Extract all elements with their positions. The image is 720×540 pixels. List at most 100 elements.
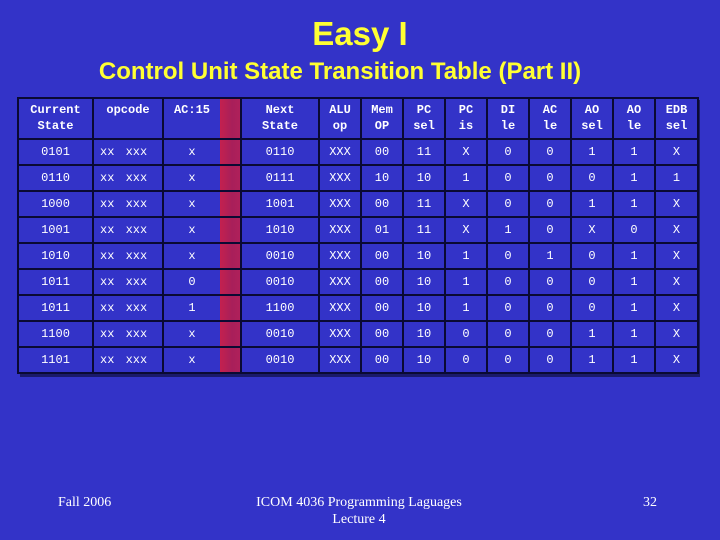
highlight-bar xyxy=(220,245,239,267)
header-line2: le xyxy=(542,119,558,133)
cell-edb-sel: X xyxy=(654,320,699,348)
cell-edb-sel: X xyxy=(654,346,699,374)
cell-ao-le: 1 xyxy=(612,164,656,192)
cell-value: x xyxy=(188,197,196,211)
cell-pc-is: 0 xyxy=(444,346,488,374)
page-number: 32 xyxy=(643,495,657,510)
cell-mem-op: 00 xyxy=(360,346,404,374)
cell-opcode: xx xxx xyxy=(92,242,164,270)
cell-opcode: xx xxx xyxy=(92,164,164,192)
cell-ac-le: 0 xyxy=(528,346,572,374)
header-line2: sel xyxy=(413,119,435,133)
cell-ao-le: 1 xyxy=(612,138,656,166)
cell-opcode: xx xxx xyxy=(92,320,164,348)
header-edb-sel: EDB sel xyxy=(654,97,699,140)
cell-pc-sel: 10 xyxy=(402,242,446,270)
table-row: 1001 xx xxx x 1010 XXX 01 11 X 1 0 X 0 X xyxy=(17,216,699,244)
cell-pc-is: 0 xyxy=(444,320,488,348)
highlight-bar xyxy=(220,323,239,345)
cell-alu-op: XXX xyxy=(318,346,362,374)
highlight-bar xyxy=(220,271,239,293)
cell-pc-sel: 10 xyxy=(402,268,446,296)
header-next-state: Next State xyxy=(240,97,320,140)
cell-di-le: 0 xyxy=(486,294,530,322)
cell-next-state: 0111 xyxy=(240,164,320,192)
cell-di-le: 0 xyxy=(486,190,530,218)
cell-value: x xyxy=(188,223,196,237)
highlight-bar xyxy=(220,193,239,215)
cell-pc-is: X xyxy=(444,216,488,244)
table-row: 0110 xx xxx x 0111 XXX 10 10 1 0 0 0 1 1 xyxy=(17,164,699,192)
header-line1: Next xyxy=(265,103,295,117)
cell-next-state: 0110 xyxy=(240,138,320,166)
cell-ao-sel: 0 xyxy=(570,164,614,192)
header-line1: AO xyxy=(584,103,600,117)
cell-edb-sel: X xyxy=(654,190,699,218)
header-line1: PC xyxy=(458,103,474,117)
header-line1: EDB xyxy=(665,103,688,117)
footer-course: ICOM 4036 Programming Laguages Lecture 4 xyxy=(200,494,518,528)
cell-mem-op: 00 xyxy=(360,320,404,348)
cell-ac15: x xyxy=(162,164,242,192)
cell-edb-sel: X xyxy=(654,268,699,296)
cell-edb-sel: 1 xyxy=(654,164,699,192)
table-row: 1100 xx xxx x 0010 XXX 00 10 0 0 0 1 1 X xyxy=(17,320,699,348)
cell-ao-sel: X xyxy=(570,216,614,244)
table-row: 1011 xx xxx 1 1100 XXX 00 10 1 0 0 0 1 X xyxy=(17,294,699,322)
cell-edb-sel: X xyxy=(654,294,699,322)
header-ac15: AC:15 xyxy=(162,97,242,140)
cell-pc-is: X xyxy=(444,190,488,218)
cell-current-state: 1001 xyxy=(17,216,94,244)
cell-pc-is: 1 xyxy=(444,294,488,322)
highlight-bar xyxy=(220,349,239,371)
table-row: 1010 xx xxx x 0010 XXX 00 10 1 0 1 0 1 X xyxy=(17,242,699,270)
cell-opcode: xx xxx xyxy=(92,190,164,218)
header-line1: ALU xyxy=(329,103,351,117)
slide-subtitle: Control Unit State Transition Table (Par… xyxy=(98,58,582,85)
header-di-le: DI le xyxy=(486,97,530,140)
cell-pc-is: 1 xyxy=(444,242,488,270)
cell-opcode: xx xxx xyxy=(92,294,164,322)
cell-opcode: xx xxx xyxy=(92,138,164,166)
cell-ao-le: 1 xyxy=(612,190,656,218)
cell-pc-is: 1 xyxy=(444,164,488,192)
cell-pc-sel: 10 xyxy=(402,320,446,348)
cell-ac-le: 0 xyxy=(528,216,572,244)
cell-pc-is: 1 xyxy=(444,268,488,296)
cell-pc-sel: 11 xyxy=(402,190,446,218)
cell-current-state: 1011 xyxy=(17,294,94,322)
cell-ac-le: 0 xyxy=(528,164,572,192)
header-current-state: Current State xyxy=(17,97,94,140)
cell-next-state: 1100 xyxy=(240,294,320,322)
header-line2: le xyxy=(500,119,516,133)
state-transition-table-container: Current State opcode AC:15 Next State ALU op Mem… xyxy=(17,97,699,374)
header-line2: op xyxy=(332,119,348,133)
highlight-bar xyxy=(220,167,239,189)
header-ac-le: AC le xyxy=(528,97,572,140)
cell-mem-op: 00 xyxy=(360,294,404,322)
header-line1: AC:15 xyxy=(173,103,210,117)
cell-opcode: xx xxx xyxy=(92,268,164,296)
cell-ac-le: 0 xyxy=(528,138,572,166)
header-line2: sel xyxy=(665,119,688,133)
cell-edb-sel: X xyxy=(654,242,699,270)
cell-di-le: 0 xyxy=(486,320,530,348)
footer-lecture: Lecture 4 xyxy=(332,512,386,527)
cell-alu-op: XXX xyxy=(318,242,362,270)
cell-next-state: 0010 xyxy=(240,346,320,374)
cell-ac15: x xyxy=(162,242,242,270)
header-line2: is xyxy=(458,119,474,133)
cell-value: x xyxy=(188,145,196,159)
header-opcode: opcode xyxy=(92,97,164,140)
header-ao-sel: AO sel xyxy=(570,97,614,140)
cell-value: 1 xyxy=(188,301,196,315)
cell-current-state: 1100 xyxy=(17,320,94,348)
cell-di-le: 0 xyxy=(486,346,530,374)
cell-ac15: 1 xyxy=(162,294,242,322)
highlight-bar xyxy=(220,219,239,241)
cell-edb-sel: X xyxy=(654,138,699,166)
header-line2: State xyxy=(37,119,74,133)
cell-opcode: xx xxx xyxy=(92,346,164,374)
cell-pc-sel: 11 xyxy=(402,138,446,166)
table-header-row: Current State opcode AC:15 Next State ALU op Mem… xyxy=(17,97,699,140)
